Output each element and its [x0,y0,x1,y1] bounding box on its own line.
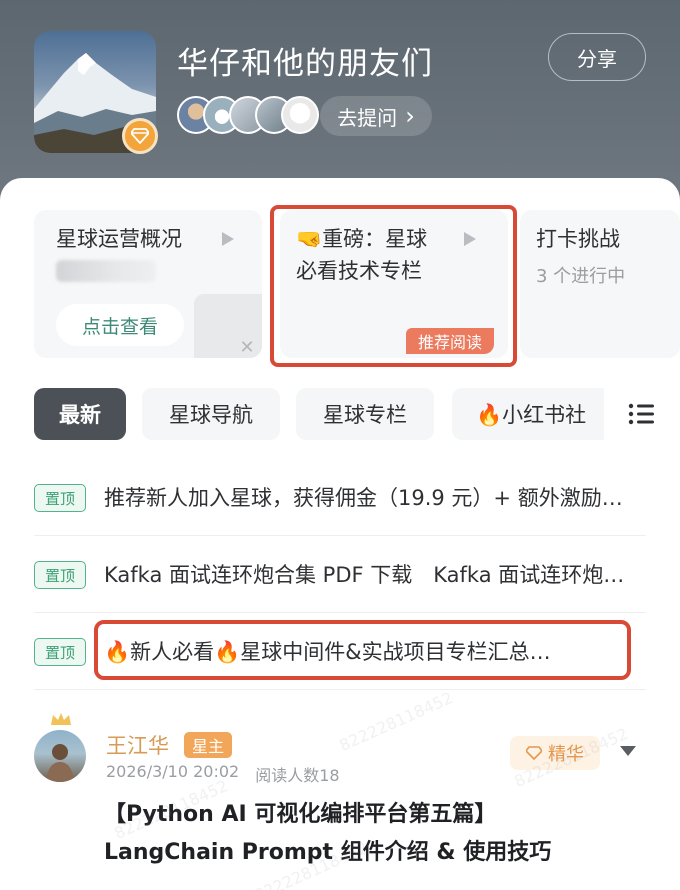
crown-icon [51,713,71,725]
ask-label: 去提问 [337,105,398,130]
author-name[interactable]: 王江华 [106,730,169,760]
pinned-tag: 置顶 [34,561,86,589]
diamond-icon [122,118,158,154]
chevron-right-icon: › [405,102,415,130]
highlight-box [270,205,517,367]
ask-question-button[interactable]: 去提问 › [320,96,432,136]
tab-xiaohongshu[interactable]: 🔥小红书社 [452,388,612,440]
post-title-line2: LangChain Prompt 组件介绍 & 使用技巧 [104,840,552,865]
close-icon[interactable]: ✕ [232,332,262,362]
member-avatar [281,96,319,134]
menu-icon[interactable] [604,388,680,440]
dropdown-icon[interactable] [620,746,636,756]
owner-badge: 星主 [184,732,233,758]
pinned-item[interactable]: 置顶 Kafka 面试连环炮合集 PDF 下载 Kafka 面试连环炮… [34,537,646,613]
pinned-title: 推荐新人加入星球，获得佣金（19.9 元）+ 额外激励… [104,486,623,510]
pinned-tag: 置顶 [34,638,86,666]
group-title: 华仔和他的朋友们 [177,46,433,82]
view-details-button[interactable]: 点击查看 [56,304,184,346]
pinned-tag: 置顶 [34,484,86,512]
tab-latest[interactable]: 最新 [34,388,126,440]
card-checkin-challenge[interactable]: 打卡挑战 3 个进行中 [520,210,680,358]
tab-bar: 最新 星球导航 星球专栏 🔥小红书社 [0,388,680,444]
pinned-item[interactable]: 置顶 推荐新人加入星球，获得佣金（19.9 元）+ 额外激励… [34,460,646,536]
card-operations-overview[interactable]: 星球运营概况 点击查看 ✕ [34,210,262,358]
tab-column[interactable]: 星球专栏 [296,388,434,440]
card-title: 打卡挑战 [536,227,620,251]
card-title: 星球运营概况 [56,227,182,251]
tab-guide[interactable]: 星球导航 [142,388,280,440]
author-avatar[interactable] [34,730,86,782]
blurred-stats [56,260,156,282]
play-icon [222,232,234,246]
card-subtitle: 3 个进行中 [536,266,626,287]
member-avatars[interactable] [177,96,319,136]
share-button[interactable]: 分享 [548,33,646,81]
post-readers: 阅读人数18 [255,766,340,785]
highlight-box [94,620,631,680]
group-header: 华仔和他的朋友们 分享 去提问 › [0,0,680,205]
pinned-title: Kafka 面试连环炮合集 PDF 下载 Kafka 面试连环炮… [104,563,625,587]
diamond-icon [526,746,542,760]
